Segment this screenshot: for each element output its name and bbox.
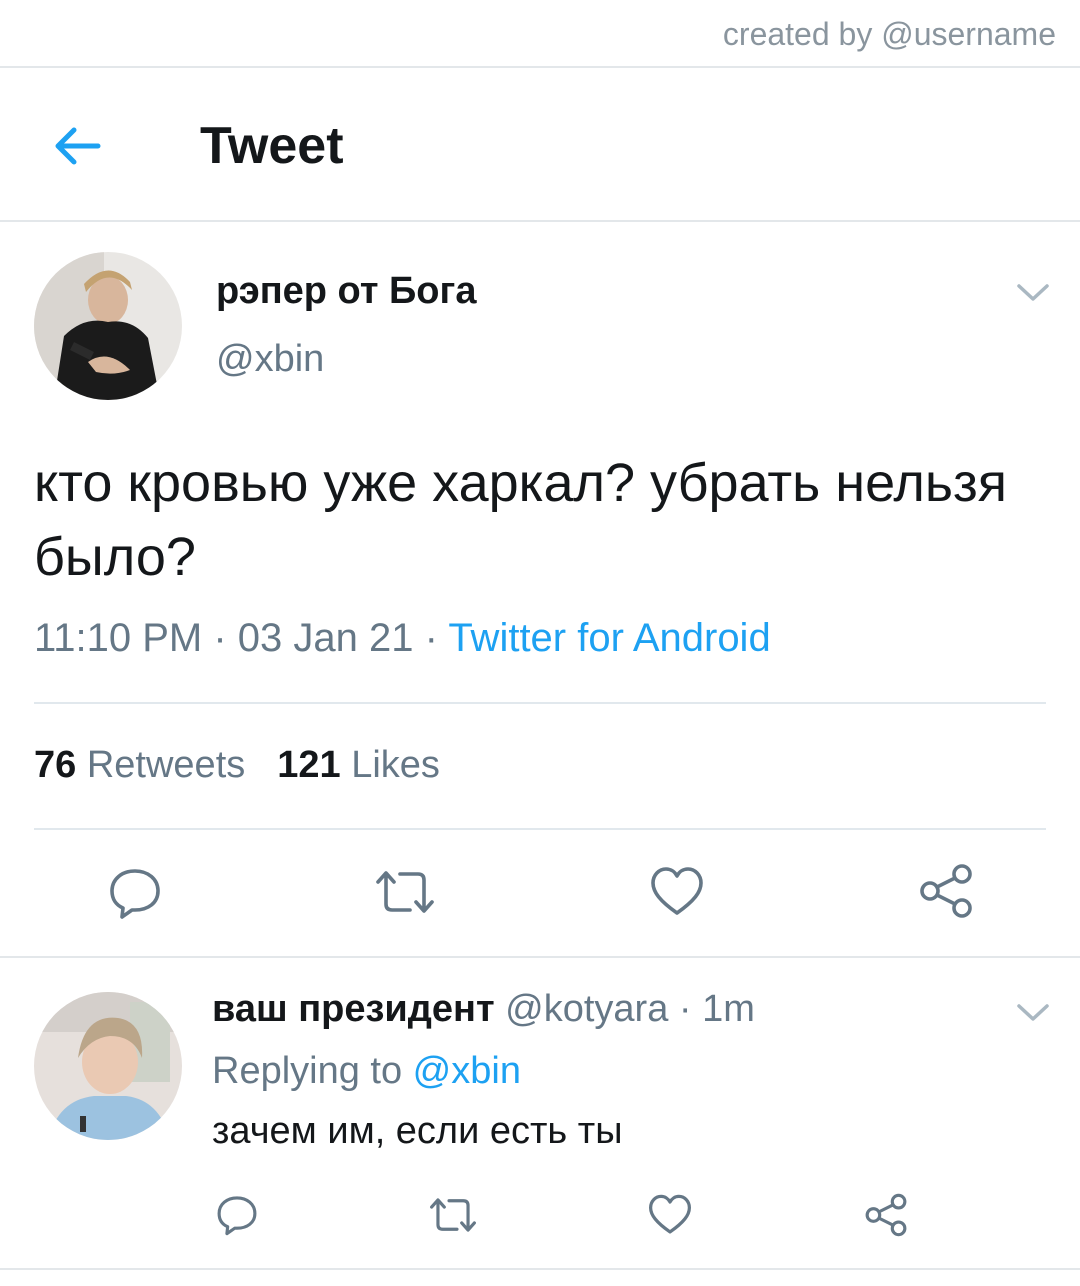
divider [34, 702, 1046, 704]
credit-text: created by @username [722, 16, 1056, 52]
reply-time: 1m [702, 988, 755, 1030]
chevron-down-icon [1017, 1004, 1049, 1021]
share-icon [865, 1193, 907, 1237]
retweet-icon [376, 871, 434, 913]
divider [0, 220, 1080, 222]
reply-button[interactable] [108, 866, 162, 920]
meta-separator: · [668, 988, 703, 1030]
back-button[interactable] [50, 124, 104, 168]
reply-avatar[interactable] [34, 992, 182, 1140]
retweet-icon [430, 1198, 476, 1232]
tweet-source-link[interactable]: Twitter for Android [448, 616, 770, 660]
author-handle[interactable]: @xbin [216, 338, 324, 381]
tweet-meta: 11:10 PM · 03 Jan 21 · Twitter for Andro… [34, 616, 771, 661]
divider [0, 956, 1080, 958]
tweet-date: 03 Jan 21 [237, 616, 414, 660]
share-button[interactable] [864, 1192, 908, 1238]
reply-icon [110, 869, 160, 919]
retweet-button[interactable] [374, 868, 436, 916]
like-button[interactable] [650, 866, 704, 918]
author-name[interactable]: рэпер от Бога [216, 270, 476, 313]
tweet-stats: 76 Retweets 121 Likes [34, 744, 440, 787]
reply-author-handle[interactable]: @kotyara [505, 988, 668, 1030]
tweet-text: кто кровью уже харкал? убрать нельзя был… [34, 453, 1008, 587]
reply-options-button[interactable] [1016, 1002, 1050, 1024]
top-bar: Tweet [0, 68, 1080, 220]
retweets-count: 76 [34, 744, 77, 786]
reply-button[interactable] [216, 1194, 258, 1236]
mention-link[interactable]: @xbin [413, 1050, 521, 1092]
share-icon [920, 864, 972, 918]
share-button[interactable] [918, 862, 974, 920]
retweets-label: Retweets [86, 744, 246, 786]
tweet-options-button[interactable] [1016, 282, 1050, 304]
reply-header: ваш президент @kotyara · 1m [212, 988, 755, 1031]
chevron-down-icon [1017, 284, 1049, 301]
likes-count: 121 [277, 744, 341, 786]
replying-prefix: Replying to [212, 1050, 413, 1092]
page-title: Tweet [200, 117, 344, 175]
reply-text: зачем им, если есть ты [212, 1110, 623, 1152]
retweet-button[interactable] [428, 1196, 478, 1234]
meta-separator: · [413, 616, 449, 660]
like-button[interactable] [648, 1194, 692, 1236]
tweet-time: 11:10 PM [34, 616, 203, 660]
divider [0, 1268, 1080, 1270]
avatar[interactable] [34, 252, 182, 400]
arrow-left-icon [55, 127, 101, 165]
likes-stat[interactable]: 121 Likes [277, 744, 440, 786]
like-icon [651, 867, 703, 915]
divider [34, 828, 1046, 830]
like-icon [649, 1194, 692, 1234]
replying-to: Replying to @xbin [212, 1050, 521, 1093]
meta-separator: · [202, 616, 238, 660]
reply-author-name[interactable]: ваш президент [212, 988, 495, 1030]
reply-icon [217, 1196, 257, 1236]
likes-label: Likes [351, 744, 440, 786]
retweets-stat[interactable]: 76 Retweets [34, 744, 245, 786]
